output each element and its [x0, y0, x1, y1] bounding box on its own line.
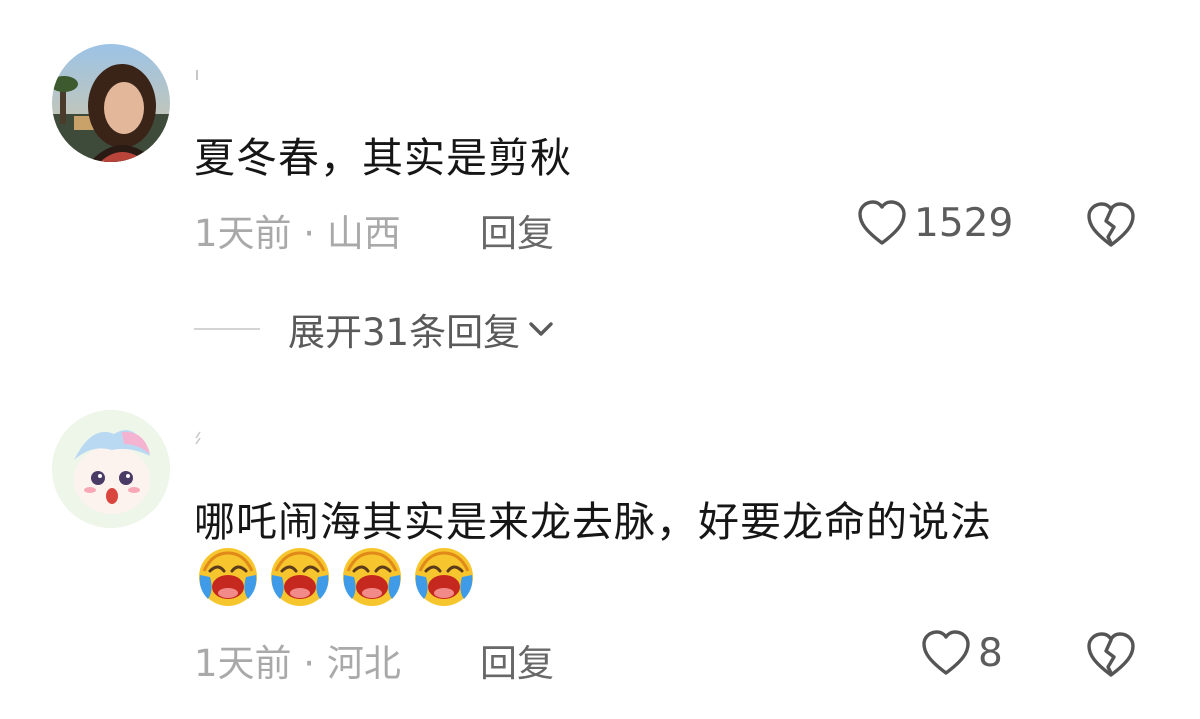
reply-button[interactable]: 回复: [480, 633, 554, 687]
like-count: 1529: [914, 200, 1014, 246]
avatar[interactable]: [52, 44, 170, 162]
broken-heart-icon: [1087, 632, 1135, 677]
expand-replies-button[interactable]: 展开31条回复: [194, 304, 556, 354]
username-stub: [195, 431, 201, 445]
heart-outline-icon: [858, 200, 906, 245]
dislike-button[interactable]: [1085, 631, 1137, 683]
username[interactable]: [194, 66, 204, 82]
avatar[interactable]: [52, 410, 170, 528]
heart-outline-icon: [922, 630, 970, 675]
avatar-image: [52, 410, 170, 528]
comment-meta: 1天前 · 河北: [194, 642, 401, 685]
laugh-cry-emoji: [271, 548, 329, 606]
comment-item: [0, 390, 1200, 719]
dislike-button[interactable]: [1085, 201, 1137, 253]
like-button[interactable]: 8: [920, 629, 1003, 677]
laugh-cry-emoji: [415, 548, 473, 606]
comment-text: 夏冬春，其实是剪秋: [194, 134, 572, 182]
like-count: 8: [978, 630, 1003, 676]
chevron-down-icon: [529, 322, 553, 336]
divider-line: [194, 328, 260, 330]
comment-text: 哪吒闹海其实是来龙去脉，好要龙命的说法: [194, 498, 992, 546]
broken-heart-icon: [1087, 202, 1135, 247]
comment-meta: 1天前 · 山西: [194, 212, 401, 255]
laugh-cry-emoji: [343, 548, 401, 606]
reply-button[interactable]: 回复: [480, 203, 554, 257]
username-stub: [196, 70, 198, 80]
like-button[interactable]: 1529: [856, 199, 1013, 247]
expand-replies-label: 展开31条回复: [288, 311, 521, 354]
laugh-cry-emoji: [199, 548, 257, 606]
comment-item: 夏冬春，其实是剪秋 1天前 · 山西 回复 1529: [0, 0, 1200, 300]
username[interactable]: [194, 430, 204, 450]
emoji-row: [194, 541, 482, 609]
avatar-image: [52, 44, 170, 162]
